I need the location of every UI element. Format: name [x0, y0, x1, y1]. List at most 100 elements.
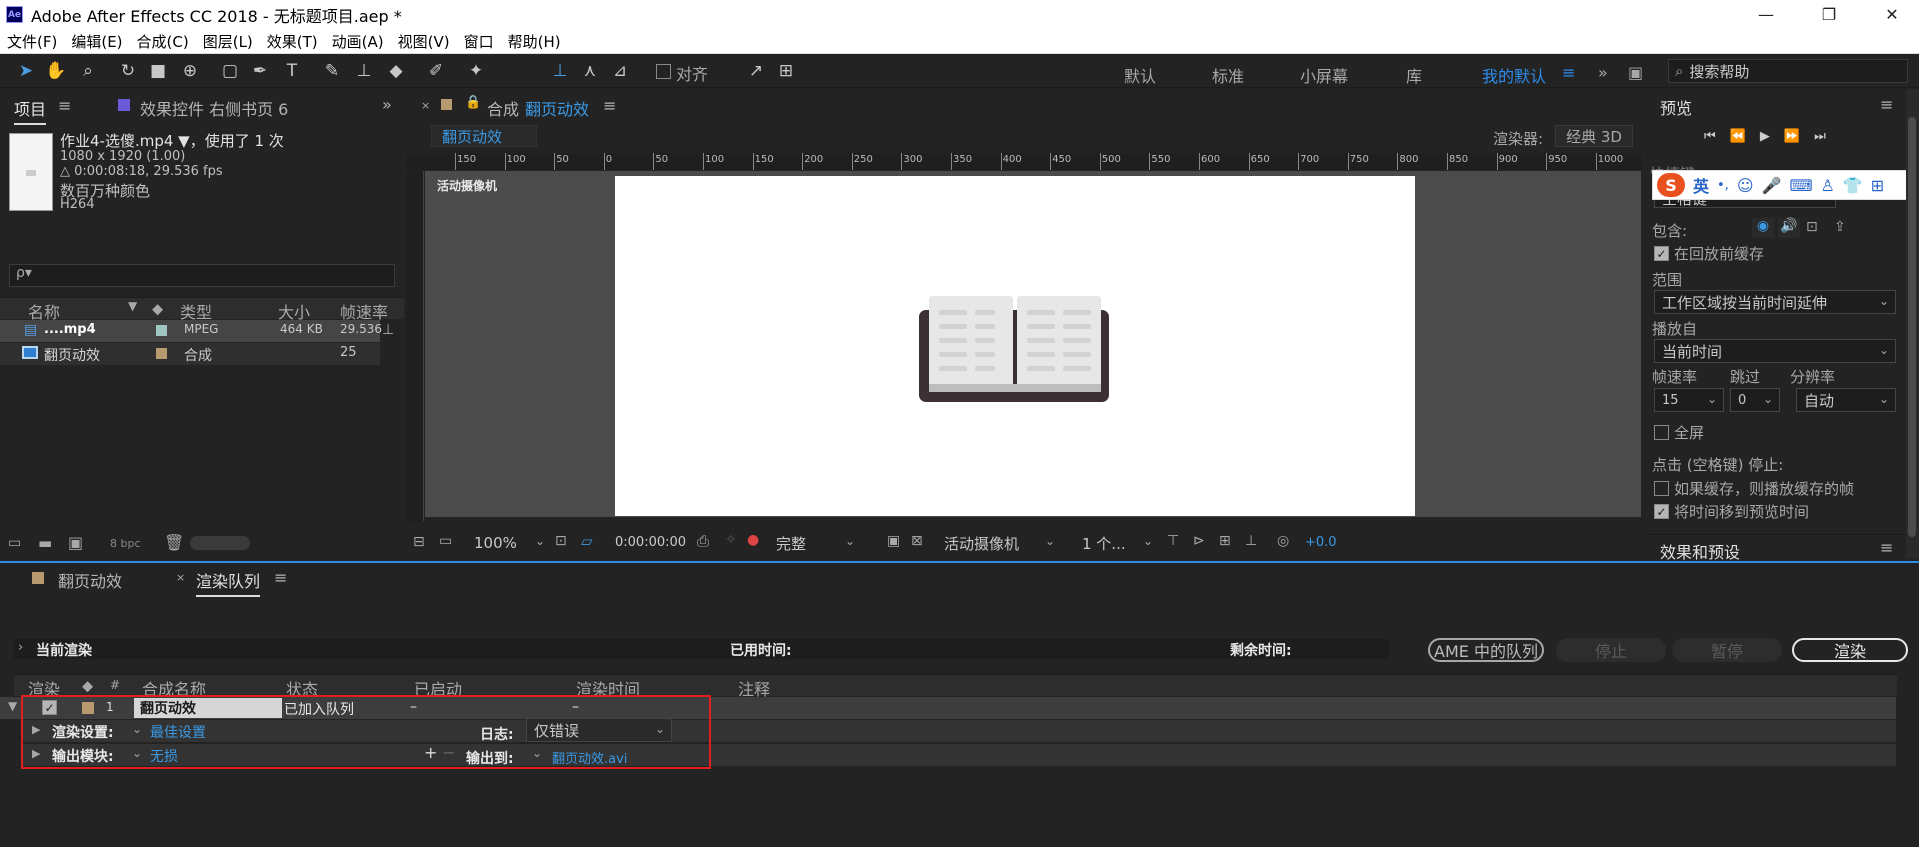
menu-animation[interactable]: 动画(A) — [325, 31, 391, 52]
play-icon[interactable]: ▶ — [1760, 129, 1770, 144]
trash-icon[interactable]: 🗑 — [164, 533, 184, 552]
toggle-pixel-aspect-icon[interactable]: ⊤ — [1167, 533, 1179, 549]
view-layout-dropdown[interactable]: 1 个... ⌄ — [1075, 531, 1159, 555]
next-frame-icon[interactable]: ⏩ — [1784, 129, 1800, 144]
prev-frame-icon[interactable]: ⏪ — [1730, 129, 1746, 144]
footage-name[interactable]: 作业4-选傻.mp4 ▼，使用了 1 次 — [60, 130, 284, 151]
new-folder-icon[interactable]: ▬ — [38, 534, 52, 552]
selection-tool-icon[interactable]: ➤ — [14, 59, 38, 83]
snap-edge-icon[interactable]: ↗ — [744, 59, 768, 83]
comp-subtab[interactable]: 翻页动效 — [431, 125, 537, 147]
project-row[interactable]: ▤ ....mp4 MPEG 464 KB 29.536 — [0, 320, 382, 342]
workspace-standard[interactable]: 标准 — [1212, 63, 1244, 87]
scrollbar[interactable] — [1906, 89, 1919, 558]
ime-punct-toggle[interactable]: •, — [1717, 178, 1729, 193]
expand-arrow-icon[interactable]: ▼ — [8, 699, 17, 713]
fast-preview-icon[interactable]: ⊳ — [1193, 533, 1205, 549]
lock-icon[interactable]: 🔒 — [465, 95, 481, 110]
flowchart-icon[interactable]: ⊥ — [1245, 533, 1257, 549]
maximize-button[interactable]: ❐ — [1803, 0, 1855, 29]
zoom-dropdown[interactable]: 100% ⌄ — [467, 531, 551, 555]
zoom-tool-icon[interactable]: ⌕ — [76, 59, 100, 83]
tab-timeline-comp[interactable]: 翻页动效 — [58, 568, 122, 592]
rotate-tool-icon[interactable]: ↻ — [116, 59, 140, 83]
include-overlays-icon[interactable]: ⊡ — [1806, 219, 1818, 235]
menu-file[interactable]: 文件(F) — [0, 31, 64, 52]
color-channel-icon[interactable]: ● — [747, 532, 759, 548]
workspace-my-default[interactable]: 我的默认 — [1482, 63, 1546, 87]
local-axis-icon[interactable]: ⊥ — [548, 59, 572, 83]
menu-layer[interactable]: 图层(L) — [196, 31, 260, 52]
close-tab-icon[interactable]: × — [421, 99, 430, 112]
menu-view[interactable]: 视图(V) — [391, 31, 457, 52]
puppet-pin-tool-icon[interactable]: ✦ — [464, 59, 488, 83]
effects-presets-title[interactable]: 效果和预设 — [1660, 539, 1740, 563]
type-tool-icon[interactable]: T — [280, 59, 304, 83]
panel-menu-icon[interactable]: ≡ — [274, 568, 287, 587]
label-color-swatch[interactable] — [156, 325, 167, 336]
region-of-interest-icon[interactable]: ▣ — [887, 533, 900, 549]
roto-brush-tool-icon[interactable]: ✐ — [424, 59, 448, 83]
resolution-dropdown[interactable]: 自动 ⌄ — [1796, 388, 1896, 412]
sogou-logo-icon[interactable]: S — [1657, 173, 1685, 197]
menu-help[interactable]: 帮助(H) — [501, 31, 568, 52]
first-frame-icon[interactable]: ⏮ — [1704, 129, 1716, 144]
fit-icon[interactable]: ⊡ — [555, 533, 567, 549]
tab-effect-controls[interactable]: 效果控件 右侧书页 6 — [140, 96, 288, 120]
bpc-label[interactable]: 8 bpc — [110, 537, 141, 550]
transparency-grid-icon[interactable]: ⊠ — [911, 533, 923, 549]
ame-queue-button[interactable]: AME 中的队列 — [1428, 638, 1544, 662]
move-time-checkbox[interactable]: ✓ — [1654, 504, 1669, 519]
minimize-button[interactable]: — — [1740, 0, 1792, 29]
workspace-libraries[interactable]: 库 — [1406, 63, 1422, 87]
renderer-dropdown[interactable]: 经典 3D — [1555, 125, 1633, 147]
range-dropdown[interactable]: 工作区域按当前时间延伸 ⌄ — [1654, 290, 1896, 314]
help-search-input[interactable]: 搜索帮助 — [1689, 61, 1749, 82]
menu-effect[interactable]: 效果(T) — [260, 31, 325, 52]
close-button[interactable]: ✕ — [1866, 0, 1918, 29]
panel-menu-icon[interactable]: ≡ — [603, 96, 616, 115]
reset-exposure-icon[interactable]: ◎ — [1277, 533, 1289, 549]
menu-edit[interactable]: 编辑(E) — [64, 31, 129, 52]
help-search[interactable]: ⌕ 搜索帮助 — [1668, 59, 1908, 83]
view-axis-icon[interactable]: ⊿ — [608, 59, 632, 83]
snap-checkbox[interactable] — [656, 64, 671, 79]
toggle-transparency-icon[interactable]: ▱ — [581, 532, 593, 550]
interpret-footage-icon[interactable]: ▭ — [8, 535, 21, 551]
skip-dropdown[interactable]: 0 ⌄ — [1730, 388, 1780, 412]
snapshot-icon[interactable]: ⎙ — [697, 532, 709, 550]
pause-button[interactable]: 暂停 — [1672, 638, 1782, 662]
brush-tool-icon[interactable]: ✎ — [320, 59, 344, 83]
comp-tab-name[interactable]: 翻页动效 — [525, 96, 589, 120]
rectangle-tool-icon[interactable]: ▢ — [218, 59, 242, 83]
world-axis-icon[interactable]: ⋏ — [578, 59, 602, 83]
user-icon[interactable]: ♙ — [1821, 176, 1835, 195]
clone-stamp-tool-icon[interactable]: ⊥ — [352, 59, 376, 83]
fullscreen-checkbox[interactable] — [1654, 425, 1669, 440]
menu-composition[interactable]: 合成(C) — [130, 31, 196, 52]
hand-tool-icon[interactable]: ✋ — [44, 59, 68, 83]
comp-canvas[interactable] — [615, 176, 1415, 516]
expand-arrow-icon[interactable]: › — [18, 640, 23, 655]
skin-icon[interactable]: 👕 — [1843, 176, 1863, 195]
cache-before-playback-checkbox[interactable]: ✓ — [1654, 246, 1669, 261]
project-row[interactable]: 翻页动效 合成 25 — [0, 343, 380, 365]
keyboard-icon[interactable]: ⌨ — [1789, 176, 1812, 195]
timecode[interactable]: 0:00:00:00 — [615, 535, 686, 550]
col-number[interactable]: # — [110, 678, 120, 692]
workspace-menu-icon[interactable]: ≡ — [1562, 63, 1575, 82]
snap-feather-icon[interactable]: ⊞ — [774, 59, 798, 83]
close-tab-icon[interactable]: × — [176, 571, 185, 584]
panel-overflow-icon[interactable]: » — [382, 95, 392, 114]
camera-tool-icon[interactable]: ■ — [146, 59, 170, 83]
comp-tab-prefix[interactable]: 合成 — [487, 96, 519, 120]
pan-behind-tool-icon[interactable]: ⊕ — [178, 59, 202, 83]
last-frame-icon[interactable]: ⏭ — [1814, 129, 1826, 144]
workspace-small-screen[interactable]: 小屏幕 — [1300, 63, 1348, 87]
camera-view-dropdown[interactable]: 活动摄像机 ⌄ — [937, 531, 1061, 555]
timeline-icon[interactable]: ⊞ — [1219, 533, 1231, 549]
menu-window[interactable]: 窗口 — [457, 31, 501, 52]
export-icon[interactable]: ⇪ — [1834, 219, 1846, 235]
stop-button[interactable]: 停止 — [1556, 638, 1666, 662]
sync-settings-icon[interactable]: ▣ — [1628, 63, 1643, 82]
